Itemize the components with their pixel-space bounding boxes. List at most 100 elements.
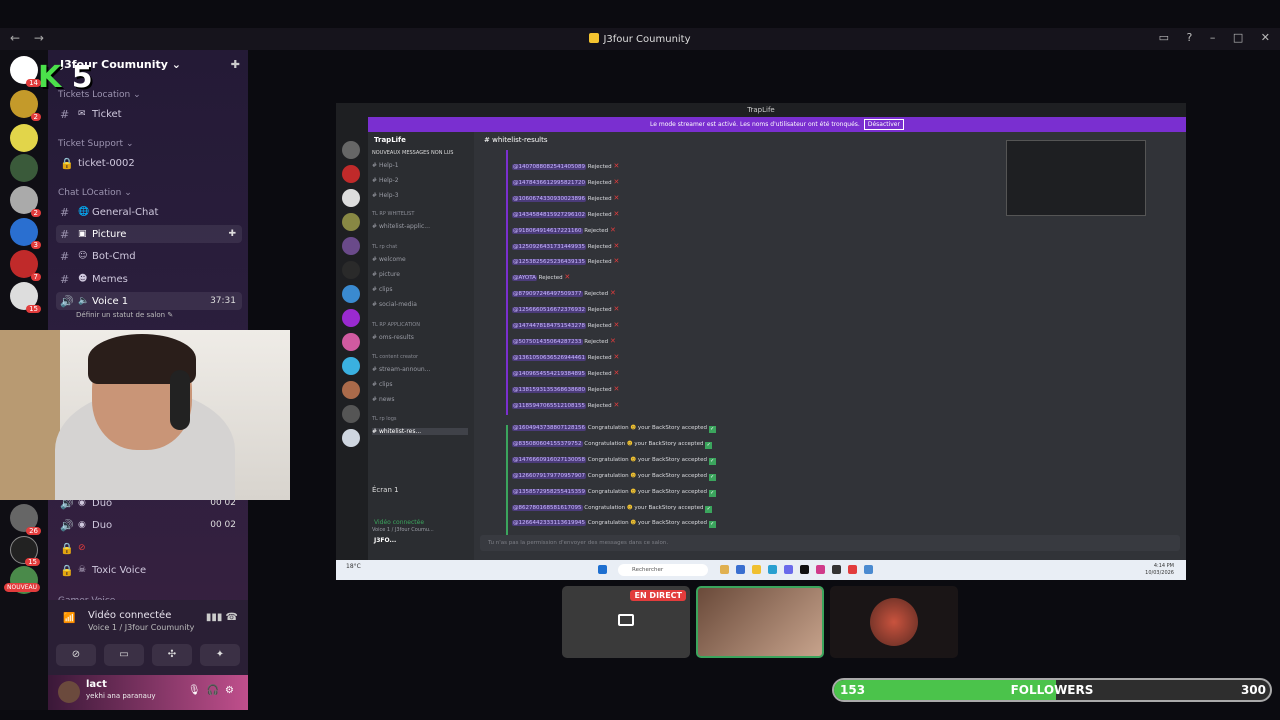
inner-channel[interactable]: # picture xyxy=(372,271,400,278)
taskbar-app-icon[interactable] xyxy=(736,565,745,574)
disconnect-icon[interactable]: ☎ xyxy=(226,612,238,623)
server-icon[interactable] xyxy=(342,429,360,447)
user-mention[interactable]: @1409654554219384895 xyxy=(512,370,586,377)
taskbar-search[interactable]: Rechercher xyxy=(618,564,708,576)
taskbar-clock[interactable]: 4:14 PM 10/03/2026 xyxy=(1145,563,1174,577)
server-icon[interactable] xyxy=(342,141,360,159)
inner-category[interactable]: TL RP APPLICATION xyxy=(372,322,420,328)
inner-channel[interactable]: # Help-1 xyxy=(372,162,399,169)
tiktok-icon[interactable] xyxy=(800,565,809,574)
user-mention[interactable]: @507501435064287233 xyxy=(512,338,583,345)
activities-button[interactable]: ✣ xyxy=(152,644,192,666)
help-icon[interactable]: ? xyxy=(1187,31,1193,44)
server-icon[interactable]: 2 xyxy=(10,186,41,217)
server-icon[interactable] xyxy=(342,261,360,279)
participant-tile-stream[interactable]: EN DIRECT xyxy=(562,586,690,658)
soundboard-icon[interactable]: ▮▮▮ xyxy=(206,612,223,623)
user-mention[interactable]: @AYOTA xyxy=(512,275,537,282)
inner-channel[interactable]: # stream-announ... xyxy=(372,366,430,373)
user-mention[interactable]: @862780168581617095 xyxy=(512,504,583,511)
server-icon[interactable] xyxy=(342,309,360,327)
channel-ticket[interactable]: # ✉ Ticket xyxy=(56,105,242,123)
edge-icon[interactable] xyxy=(768,565,777,574)
server-icon[interactable]: 15 xyxy=(10,282,41,313)
server-icon[interactable]: 7 xyxy=(10,250,41,281)
gear-icon[interactable]: ⚙ xyxy=(225,685,240,696)
server-icon[interactable]: 3 xyxy=(10,218,41,249)
inner-channel[interactable]: # Help-3 xyxy=(372,192,399,199)
user-mention[interactable]: @1358572958255415359 xyxy=(512,488,586,495)
inner-category[interactable]: TL content creator xyxy=(372,354,418,360)
channel-locked-voice[interactable]: 🔒 ⊘ xyxy=(56,539,242,557)
user-mention[interactable]: @1434584815927296102 xyxy=(512,211,586,218)
server-icon[interactable] xyxy=(342,405,360,423)
steam-icon[interactable] xyxy=(832,565,841,574)
user-mention[interactable]: @1266079179770957907 xyxy=(512,472,586,479)
close-icon[interactable]: ✕ xyxy=(1261,31,1270,44)
instagram-icon[interactable] xyxy=(816,565,825,574)
server-icon[interactable] xyxy=(342,189,360,207)
server-icon[interactable] xyxy=(342,381,360,399)
windows-start-icon[interactable] xyxy=(598,565,607,574)
opera-icon[interactable] xyxy=(848,565,857,574)
taskbar-app-icon[interactable] xyxy=(720,565,729,574)
category-chat-location[interactable]: Chat LOcation ⌄ xyxy=(58,188,132,198)
chrome-icon[interactable] xyxy=(864,565,873,574)
user-mention[interactable]: @1407088082541405089 xyxy=(512,164,586,170)
inner-channel[interactable]: # news xyxy=(372,396,394,403)
maximize-icon[interactable]: □ xyxy=(1233,31,1243,44)
camera-off-button[interactable]: ⊘ xyxy=(56,644,96,666)
inner-category[interactable]: TL rp chat xyxy=(372,244,397,250)
channel-toxic-voice[interactable]: 🔒 ☠ Toxic Voice xyxy=(56,561,242,579)
inner-channel-active[interactable]: # whitelist-res... xyxy=(372,428,468,435)
disable-streamer-mode-button[interactable]: Désactiver xyxy=(863,119,904,130)
server-icon[interactable] xyxy=(342,333,360,351)
user-mention[interactable]: @1266442333113619945 xyxy=(512,520,586,527)
inner-channel[interactable]: # welcome xyxy=(372,256,406,263)
server-icon[interactable]: 2 xyxy=(10,90,41,121)
channel-voice-1[interactable]: 🔊 🔈 Voice 1 37:31 xyxy=(56,292,242,310)
screen-share-button[interactable]: ▭ xyxy=(104,644,144,666)
participant-tile-camera[interactable] xyxy=(696,586,824,658)
server-icon[interactable] xyxy=(342,357,360,375)
discord-icon[interactable] xyxy=(784,565,793,574)
server-icon[interactable] xyxy=(342,237,360,255)
server-icon[interactable] xyxy=(10,154,38,182)
server-icon[interactable]: 15 xyxy=(10,536,40,566)
category-ticket-support[interactable]: Ticket Support ⌄ xyxy=(58,139,133,149)
folder-icon[interactable] xyxy=(752,565,761,574)
user-mention[interactable]: @835080604155379752 xyxy=(512,440,583,447)
screen-share-view[interactable]: TrapLife Le mode streamer est activé. Le… xyxy=(336,103,1186,580)
user-mention[interactable]: @879097246497509377 xyxy=(512,291,583,298)
screen-icon[interactable]: ▭ xyxy=(1159,31,1169,44)
user-mention[interactable]: @918064914617221160 xyxy=(512,227,583,234)
user-mention[interactable]: @1361050636526944461 xyxy=(512,354,586,361)
inner-stream-preview[interactable] xyxy=(1006,140,1146,216)
user-mention[interactable]: @1185947065512108155 xyxy=(512,402,586,409)
inner-channel[interactable]: # Help-2 xyxy=(372,177,399,184)
server-icon[interactable]: 14 xyxy=(10,56,41,87)
mic-icon[interactable]: 🎙 xyxy=(188,685,207,696)
inner-channel[interactable]: # clips xyxy=(372,381,393,388)
user-mention[interactable]: @1253825625236439135 xyxy=(512,259,586,266)
new-messages-pill[interactable]: NOUVEAUX MESSAGES NON LUS xyxy=(372,150,453,156)
user-mention[interactable]: @1604943738807128156 xyxy=(512,425,586,431)
user-mention[interactable]: @1256660516672376932 xyxy=(512,307,586,314)
channel-ticket-0002[interactable]: 🔒 ticket-0002 xyxy=(56,154,242,172)
server-icon[interactable] xyxy=(342,285,360,303)
inner-category[interactable]: TL RP WHITELIST xyxy=(372,211,414,217)
server-icon[interactable] xyxy=(10,124,38,152)
channel-bot-cmd[interactable]: # ☺ Bot-Cmd xyxy=(56,247,242,265)
weather-widget[interactable]: 18°C xyxy=(346,563,361,570)
channel-memes[interactable]: # ☻ Memes xyxy=(56,270,242,288)
inner-channel[interactable]: # whitelist-applic... xyxy=(372,223,430,230)
avatar[interactable] xyxy=(58,681,80,703)
minimize-icon[interactable]: – xyxy=(1210,31,1216,44)
user-mention[interactable]: @1474478184751543278 xyxy=(512,323,586,329)
inner-channel[interactable]: # oms-results xyxy=(372,334,414,341)
server-icon[interactable] xyxy=(342,165,360,183)
channel-picture[interactable]: # ▣ Picture ✚ xyxy=(56,225,242,243)
channel-general-chat[interactable]: # 🌐 General-Chat xyxy=(56,203,242,221)
add-member-icon[interactable]: ✚ xyxy=(231,58,240,71)
add-member-icon[interactable]: ✚ xyxy=(228,229,236,239)
